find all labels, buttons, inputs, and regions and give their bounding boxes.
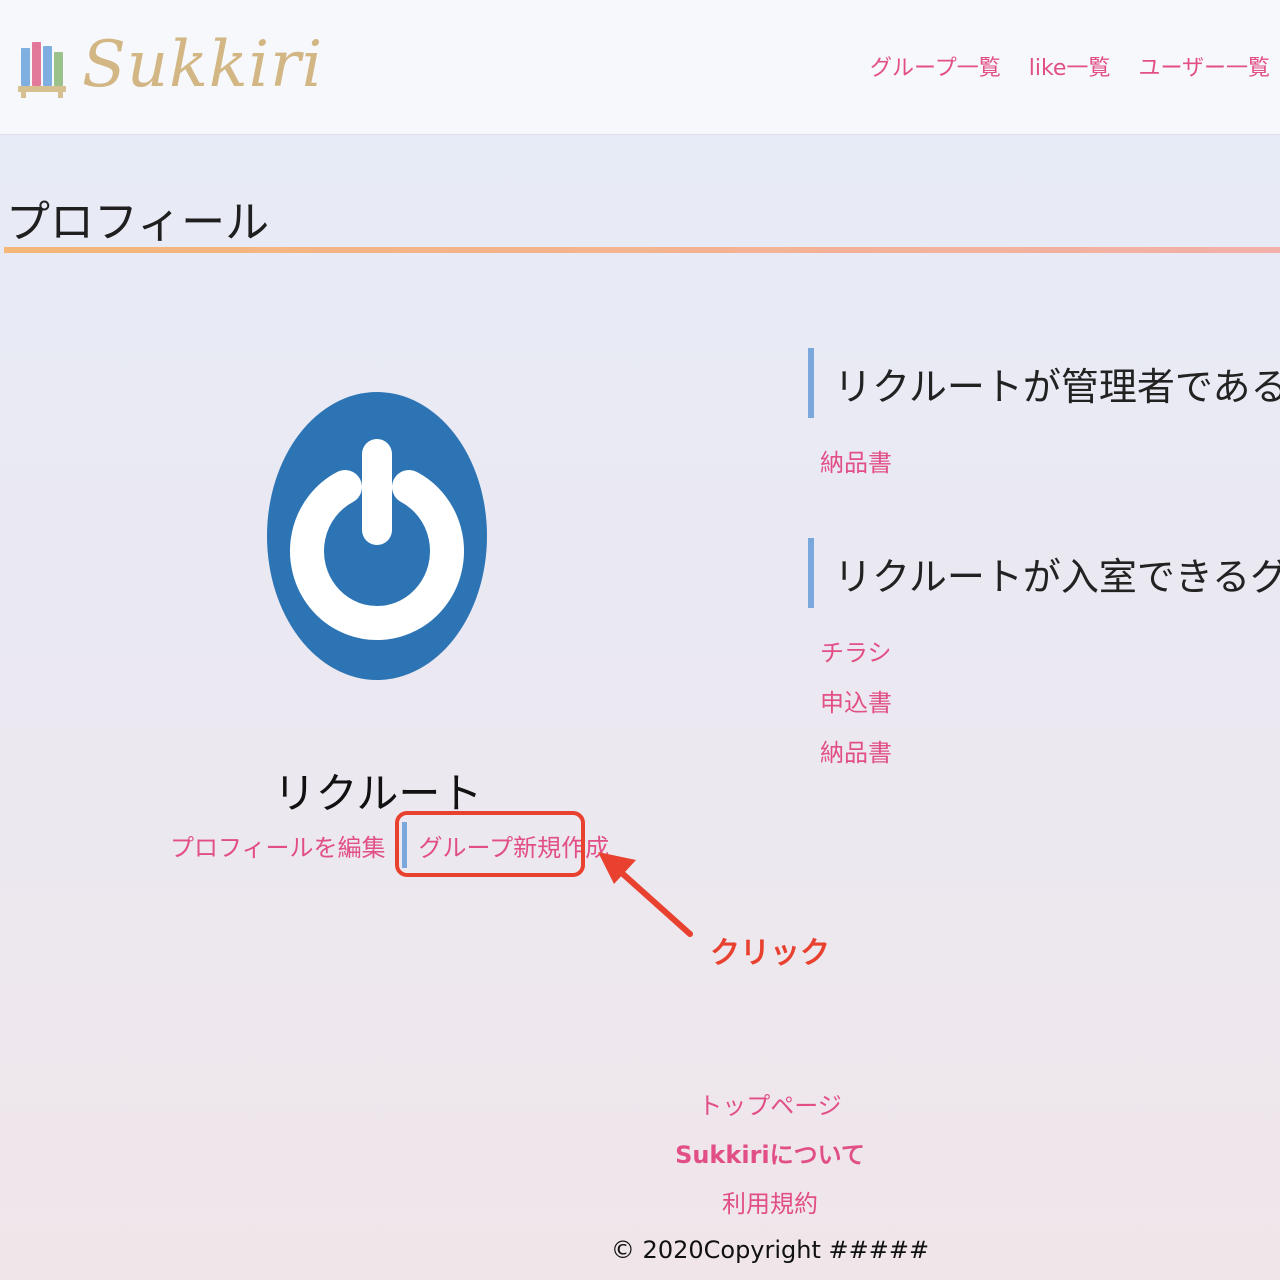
header-bar: Sukkiri グループ一覧 like一覧 ユーザー一覧 (0, 0, 1280, 135)
top-nav: グループ一覧 like一覧 ユーザー一覧 (870, 50, 1270, 82)
member-groups-heading: リクルートが入室できるグルー (808, 538, 1280, 608)
footer-links: トップページ Sukkiriについて 利用規約 (0, 1084, 1280, 1231)
nav-like-list[interactable]: like一覧 (1029, 50, 1111, 82)
admin-group-link[interactable]: 納品書 (820, 449, 892, 477)
member-groups-section: リクルートが入室できるグルー チラシ 申込書 納品書 (808, 538, 1280, 778)
logo[interactable]: Sukkiri (18, 32, 323, 98)
list-item: 納品書 (820, 728, 1280, 778)
member-group-link[interactable]: チラシ (820, 639, 892, 667)
highlight-box (395, 811, 585, 877)
page-title: プロフィール (6, 197, 270, 248)
click-annotation: クリック (710, 936, 830, 971)
list-item: 申込書 (820, 678, 1280, 728)
admin-groups-heading: リクルートが管理者であるグル (808, 348, 1280, 418)
avatar (267, 392, 487, 680)
footer-link-terms[interactable]: 利用規約 (0, 1182, 1280, 1231)
bookshelf-icon (18, 32, 68, 98)
nav-group-list[interactable]: グループ一覧 (870, 50, 1001, 82)
footer-link-about[interactable]: Sukkiriについて (0, 1133, 1280, 1182)
admin-groups-section: リクルートが管理者であるグル 納品書 (808, 348, 1280, 488)
profile-name: リクルート (273, 769, 483, 818)
nav-user-list[interactable]: ユーザー一覧 (1138, 50, 1270, 82)
footer-link-top[interactable]: トップページ (0, 1084, 1280, 1133)
title-divider (4, 247, 1280, 253)
member-group-link[interactable]: 納品書 (820, 739, 892, 767)
copyright: © 2020Copyright ##### (610, 1236, 930, 1264)
list-item: 納品書 (820, 438, 1280, 488)
power-icon (290, 439, 464, 640)
member-group-link[interactable]: 申込書 (820, 689, 892, 717)
arrow-icon (598, 852, 693, 937)
brand-name: Sukkiri (82, 28, 324, 102)
edit-profile-link[interactable]: プロフィールを編集 (170, 828, 386, 863)
list-item: チラシ (820, 628, 1280, 678)
